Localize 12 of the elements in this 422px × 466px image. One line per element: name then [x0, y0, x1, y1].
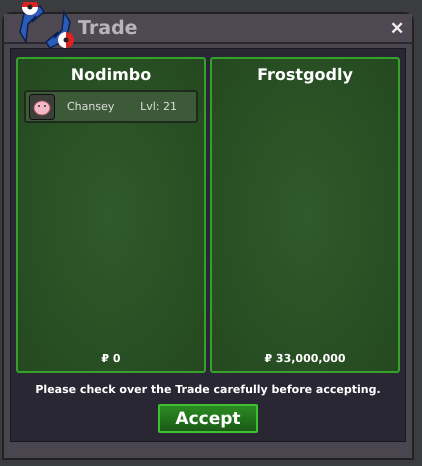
money-amount: ₽ 33,000,000 — [264, 352, 346, 365]
notice-text: Please check over the Trade carefully before accepting. — [35, 383, 381, 396]
trader-name: Nodimbo — [70, 65, 152, 84]
pokemon-slot[interactable]: Chansey Lvl: 21 — [24, 90, 198, 123]
accept-button[interactable]: Accept — [158, 404, 258, 433]
window-title: Trade — [78, 17, 139, 39]
pokemon-name: Chansey — [67, 100, 116, 113]
pokemon-level: Lvl: 21 — [140, 100, 177, 113]
close-button[interactable]: ✕ — [386, 18, 408, 38]
pokemon-icon — [29, 94, 55, 120]
trader-name: Frostgodly — [257, 65, 353, 84]
money-amount: ₽ 0 — [101, 352, 121, 365]
